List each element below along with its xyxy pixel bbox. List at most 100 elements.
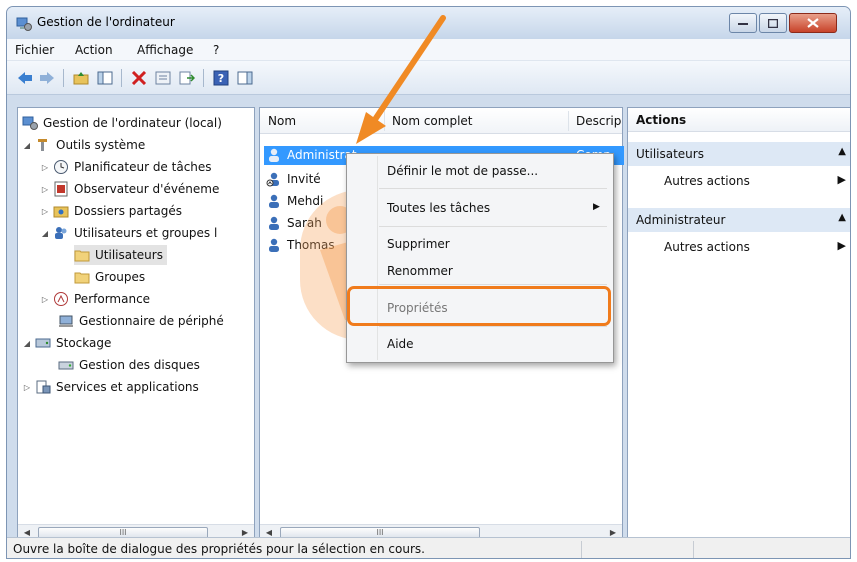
tree-item-stockage[interactable]: ◢ Stockage bbox=[22, 333, 111, 353]
menu-action[interactable]: Action bbox=[75, 43, 113, 57]
event-viewer-icon bbox=[54, 181, 68, 197]
show-action-pane-button[interactable] bbox=[235, 69, 255, 87]
menu-item-renommer[interactable]: Renommer bbox=[387, 264, 453, 278]
tree-label: Stockage bbox=[56, 336, 112, 350]
collapse-up-icon[interactable]: ▲ bbox=[838, 212, 846, 223]
tree-item-outils-systeme[interactable]: ◢ Outils système bbox=[22, 135, 145, 155]
submenu-arrow-icon: ▶ bbox=[593, 202, 600, 212]
user-icon bbox=[269, 194, 279, 208]
delete-button[interactable] bbox=[129, 69, 149, 87]
user-row-thomas[interactable]: Thomas bbox=[266, 236, 335, 254]
disk-icon bbox=[58, 361, 74, 370]
up-folder-button[interactable] bbox=[71, 69, 91, 87]
collapse-up-icon[interactable]: ▲ bbox=[838, 146, 846, 157]
forward-button[interactable] bbox=[37, 69, 57, 87]
user-icon bbox=[269, 148, 279, 162]
tree-label: Utilisateurs bbox=[95, 248, 163, 262]
tree-label: Gestion de l'ordinateur (local) bbox=[43, 116, 222, 130]
properties-icon bbox=[155, 71, 171, 85]
collapsed-triangle-icon[interactable]: ▷ bbox=[22, 383, 32, 392]
menu-item-supprimer[interactable]: Supprimer bbox=[387, 237, 450, 251]
action-pane-icon bbox=[237, 71, 253, 85]
menu-item-aide[interactable]: Aide bbox=[387, 337, 414, 351]
toolbar: ? bbox=[7, 61, 850, 95]
user-icon bbox=[269, 238, 279, 252]
expanded-triangle-icon[interactable]: ◢ bbox=[22, 339, 32, 348]
maximize-button[interactable] bbox=[759, 13, 787, 33]
user-name: Invité bbox=[287, 172, 321, 186]
tree-item-gestion-disques[interactable]: Gestion des disques bbox=[58, 355, 200, 375]
folder-up-icon bbox=[73, 72, 89, 85]
menu-item-definir-mot-de-passe[interactable]: Définir le mot de passe... bbox=[387, 164, 538, 178]
tree-label: Services et applications bbox=[56, 380, 199, 394]
menu-item-toutes-les-taches[interactable]: Toutes les tâches bbox=[387, 201, 490, 215]
actions-section-administrateur[interactable]: Administrateur ▲ bbox=[628, 208, 850, 232]
storage-icon bbox=[35, 338, 51, 348]
action-autres-actions-2[interactable]: Autres actions ▶ bbox=[628, 236, 850, 258]
submenu-arrow-icon: ▶ bbox=[837, 239, 846, 252]
tree-label: Gestionnaire de périphé bbox=[79, 314, 224, 328]
expanded-triangle-icon[interactable]: ◢ bbox=[40, 229, 50, 238]
tree-item-groupes[interactable]: Groupes bbox=[74, 267, 145, 287]
help-button[interactable]: ? bbox=[211, 69, 231, 87]
menu-bar: Fichier Action Affichage ? bbox=[7, 39, 850, 61]
menu-help[interactable]: ? bbox=[213, 43, 219, 57]
submenu-arrow-icon: ▶ bbox=[837, 173, 846, 186]
user-name: Sarah bbox=[287, 216, 322, 230]
help-icon: ? bbox=[213, 70, 229, 86]
user-row-sarah[interactable]: Sarah bbox=[266, 214, 322, 232]
column-header-description[interactable]: Descrip bbox=[576, 114, 621, 128]
clock-icon bbox=[54, 160, 68, 174]
user-row-mehdi[interactable]: Mehdi bbox=[266, 192, 323, 210]
close-button[interactable] bbox=[789, 13, 837, 33]
tools-icon bbox=[38, 139, 47, 151]
menu-fichier[interactable]: Fichier bbox=[15, 43, 54, 57]
tree-item-observateur[interactable]: ▷ Observateur d'événeme bbox=[40, 179, 219, 199]
tree-item-gestionnaire-peripheriques[interactable]: Gestionnaire de périphé bbox=[58, 311, 224, 331]
column-header-nom-complet[interactable]: Nom complet bbox=[392, 114, 473, 128]
maximize-icon bbox=[768, 18, 778, 28]
tree-label: Observateur d'événeme bbox=[74, 182, 220, 196]
performance-icon bbox=[54, 292, 68, 306]
export-list-button[interactable] bbox=[177, 69, 197, 87]
section-header: Administrateur bbox=[636, 213, 726, 227]
section-header: Utilisateurs bbox=[636, 147, 704, 161]
actions-title-bar: Actions bbox=[628, 108, 850, 132]
back-button[interactable] bbox=[15, 69, 35, 87]
properties-button[interactable] bbox=[153, 69, 173, 87]
tree-item-dossiers-partages[interactable]: ▷ Dossiers partagés bbox=[40, 201, 182, 221]
minimize-button[interactable] bbox=[729, 13, 757, 33]
tree-item-utilisateurs[interactable]: Utilisateurs bbox=[74, 245, 167, 265]
tree-item-performance[interactable]: ▷ Performance bbox=[40, 289, 150, 309]
list-column-header: Nom Nom complet Descrip bbox=[260, 108, 622, 134]
action-autres-actions-1[interactable]: Autres actions ▶ bbox=[628, 170, 850, 192]
collapsed-triangle-icon[interactable]: ▷ bbox=[40, 207, 50, 216]
tree-label: Planificateur de tâches bbox=[74, 160, 212, 174]
tree-item-planificateur[interactable]: ▷ Planificateur de tâches bbox=[40, 157, 212, 177]
collapsed-triangle-icon[interactable]: ▷ bbox=[40, 163, 50, 172]
expanded-triangle-icon[interactable]: ◢ bbox=[22, 141, 32, 150]
tree-item-computer-management[interactable]: Gestion de l'ordinateur (local) bbox=[22, 113, 222, 133]
status-text: Ouvre la boîte de dialogue des propriété… bbox=[13, 542, 425, 556]
minimize-icon bbox=[738, 23, 748, 25]
actions-section-utilisateurs[interactable]: Utilisateurs ▲ bbox=[628, 142, 850, 166]
column-header-nom[interactable]: Nom bbox=[268, 114, 296, 128]
actions-pane: Actions Utilisateurs ▲ Autres actions ▶ … bbox=[627, 107, 850, 542]
console-tree-panel: Gestion de l'ordinateur (local) ◢ Outils… bbox=[17, 107, 255, 542]
tree-item-services-applications[interactable]: ▷ Services et applications bbox=[22, 377, 199, 397]
actions-title: Actions bbox=[636, 113, 687, 127]
collapsed-triangle-icon[interactable]: ▷ bbox=[40, 185, 50, 194]
users-groups-icon bbox=[55, 227, 67, 239]
collapsed-triangle-icon[interactable]: ▷ bbox=[40, 295, 50, 304]
folder-icon bbox=[74, 272, 90, 284]
user-row-invite[interactable]: Invité bbox=[266, 170, 321, 188]
tree-item-utilisateurs-groupes[interactable]: ◢ Utilisateurs et groupes l bbox=[40, 223, 217, 243]
svg-text:?: ? bbox=[218, 72, 224, 85]
tree-label: Gestion des disques bbox=[79, 358, 200, 372]
shared-folder-icon bbox=[53, 206, 69, 218]
tree-label: Outils système bbox=[56, 138, 146, 152]
close-icon bbox=[807, 18, 819, 28]
show-console-tree-button[interactable] bbox=[95, 69, 115, 87]
user-name: Mehdi bbox=[287, 194, 324, 208]
menu-affichage[interactable]: Affichage bbox=[137, 43, 193, 57]
